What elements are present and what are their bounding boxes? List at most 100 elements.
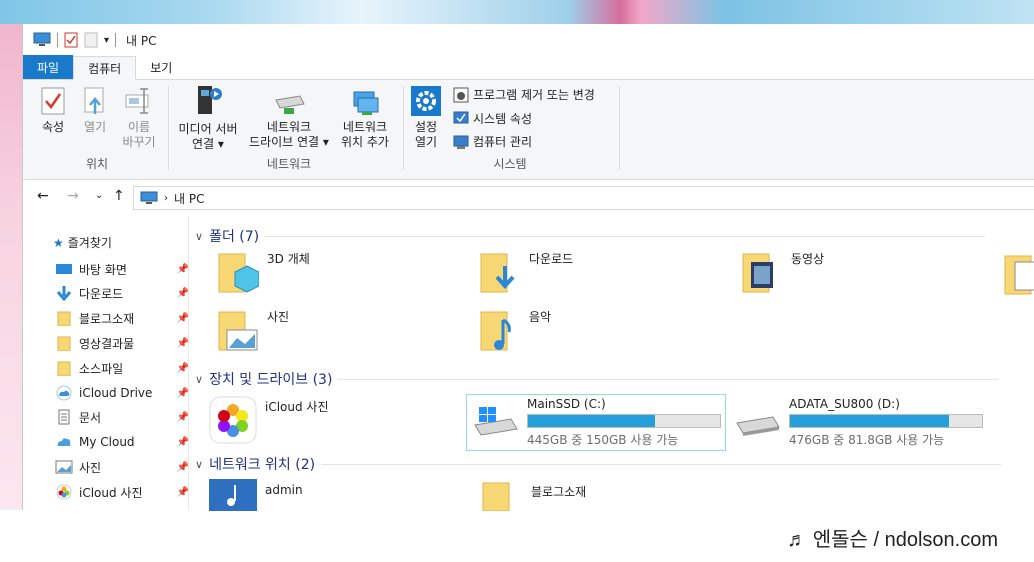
quick-access-label: 즐겨찾기 [67,236,112,250]
network-location-blog-material[interactable]: 블로그소재 [479,479,586,511]
quick-access[interactable]: ★ 즐겨찾기 [53,234,112,251]
media-server-icon [198,86,222,114]
icloud-drive-icon [56,385,72,401]
uninstall-icon [453,87,469,102]
videos-folder-icon [742,253,773,293]
properties-button[interactable]: 속성 [35,86,71,135]
title-separator [115,33,117,47]
system-properties-button[interactable]: 시스템 속성 [453,110,532,127]
folder-icon [57,361,71,376]
title-bar: ▾ 내 PC [23,24,1034,56]
sidebar-item-my-cloud[interactable]: My Cloud 📌 [55,431,189,453]
downloads-folder-icon [480,253,515,293]
file-explorer-window: ▾ 내 PC 파일 컴퓨터 보기 속성 열기 이름 바꾸기 위치 미디어 서버 … [22,24,1034,511]
sidebar-item-icloud-photos[interactable]: iCloud 사진 📌 [55,481,189,503]
address-bar[interactable]: › 내 PC [133,186,1034,210]
sidebar-item-downloads[interactable]: 다운로드 📌 [55,282,189,304]
network-location-label: 블로그소재 [531,485,587,499]
settings-label-1: 설정 [414,120,438,134]
open-button[interactable]: 열기 [77,86,113,135]
sidebar-item-icloud-drive[interactable]: iCloud Drive 📌 [55,382,189,404]
rename-button[interactable]: 이름 바꾸기 [117,86,161,150]
sidebar-item-label: 영상결과물 [79,336,135,351]
open-icon [84,87,104,114]
open-label: 열기 [83,120,107,134]
drive-c[interactable]: MainSSD (C:) 445GB 중 150GB 사용 가능 [466,394,726,451]
folder-3d-objects[interactable]: 3D 개체 [215,250,310,296]
desktop-wallpaper-left [0,24,22,510]
pictures-icon [55,460,73,474]
icloud-photos-device[interactable]: iCloud 사진 [209,396,329,444]
drive-usage-fill [790,415,950,427]
address-path[interactable]: 내 PC [174,190,204,207]
tab-file[interactable]: 파일 [23,55,74,79]
folders-section-header[interactable]: ∨ 폴더 (7) [195,226,986,246]
media-server-button[interactable]: 미디어 서버 연결 ▾ [173,84,243,152]
star-icon: ★ [53,235,64,250]
sidebar-item-source-files[interactable]: 소스파일 📌 [55,357,189,379]
forward-arrow-icon[interactable]: → [67,188,79,204]
add-network-location-button[interactable]: 네트워크 위치 추가 [335,90,395,150]
section-divider [321,463,1002,465]
sidebar-item-label: 블로그소재 [79,311,135,326]
drive-name: MainSSD (C:) [527,397,606,411]
ribbon: 속성 열기 이름 바꾸기 위치 미디어 서버 연결 ▾ 네트워크 드라이브 연결… [23,80,1034,180]
up-arrow-icon[interactable]: ↑ [113,188,125,204]
network-section-header[interactable]: ∨ 네트워크 위치 (2) [195,454,1002,474]
desktop-icon [56,264,72,274]
folder-pictures[interactable]: 사진 [215,308,289,354]
settings-label-2: 열기 [414,135,438,149]
sidebar-item-desktop[interactable]: 바탕 화면 📌 [55,258,189,280]
network-location-icon [353,91,379,115]
sidebar-item-blog-material[interactable]: 블로그소재 📌 [55,307,189,329]
folder-downloads[interactable]: 다운로드 [477,250,573,296]
chevron-down-icon: ∨ [195,457,204,471]
folder-label: 동영상 [791,252,825,266]
devices-section-header[interactable]: ∨ 장치 및 드라이브 (3) [195,369,999,389]
this-pc-icon [33,32,51,46]
tab-computer[interactable]: 컴퓨터 [73,56,137,80]
system-properties-label: 시스템 속성 [473,112,533,126]
new-folder-qat-icon[interactable] [84,32,98,48]
icloud-photos-label: iCloud 사진 [265,400,329,414]
network-header-label: 네트워크 위치 (2) [209,457,316,473]
tab-view[interactable]: 보기 [136,55,186,79]
sidebar-item-video-output[interactable]: 영상결과물 📌 [55,332,189,354]
folder-label: 음악 [529,310,552,324]
map-drive-label-2: 드라이브 연결 ▾ [249,135,329,149]
icloud-photos-icon [56,484,72,500]
navigation-pane: ★ 즐겨찾기 바탕 화면 📌 다운로드 📌 블로그소재 📌 영상결과물 📌 소스… [23,216,189,510]
group-label-system: 시스템 [493,157,527,171]
folder-icon [57,336,71,351]
3d-objects-folder-icon [218,253,259,293]
breadcrumb-chevron-icon[interactable]: › [164,193,168,204]
recent-locations-chevron-icon[interactable]: ⌄ [95,190,103,201]
sidebar-item-documents[interactable]: 문서 📌 [55,406,189,428]
uninstall-program-button[interactable]: 프로그램 제거 또는 변경 [453,86,595,103]
sidebar-item-label: 문서 [79,410,102,425]
section-divider [265,235,986,237]
map-network-drive-button[interactable]: 네트워크 드라이브 연결 ▾ [245,90,333,150]
folder-videos[interactable]: 동영상 [739,250,824,296]
folder-label: 다운로드 [529,252,574,266]
documents-folder-icon[interactable] [1001,252,1034,298]
folder-music[interactable]: 음악 [477,308,551,354]
gear-icon [411,86,441,116]
devices-header-label: 장치 및 드라이브 (3) [209,372,333,388]
qat-dropdown-icon[interactable]: ▾ [104,35,109,46]
computer-management-icon [453,135,469,149]
properties-qat-icon[interactable] [64,32,78,48]
sidebar-item-label: iCloud Drive [79,386,153,400]
map-drive-label-1: 네트워크 [266,120,312,134]
drive-d[interactable]: ADATA_SU800 (D:) 476GB 중 81.8GB 사용 가능 [733,397,983,448]
group-separator [403,86,404,170]
chevron-down-icon: ∨ [195,372,204,386]
file-list: ∨ 폴더 (7) 3D 개체 다운로드 동영상 사진 음악 ∨ 장치 및 드라이… [188,216,1034,511]
sidebar-item-pictures[interactable]: 사진 📌 [55,456,189,478]
chevron-down-icon: ∨ [195,229,204,243]
drive-name: ADATA_SU800 (D:) [789,397,900,411]
network-location-admin[interactable]: admin [209,479,303,511]
back-arrow-icon[interactable]: ← [37,188,49,204]
open-settings-button[interactable]: 설정 열기 [407,86,445,150]
computer-management-button[interactable]: 컴퓨터 관리 [453,133,532,150]
